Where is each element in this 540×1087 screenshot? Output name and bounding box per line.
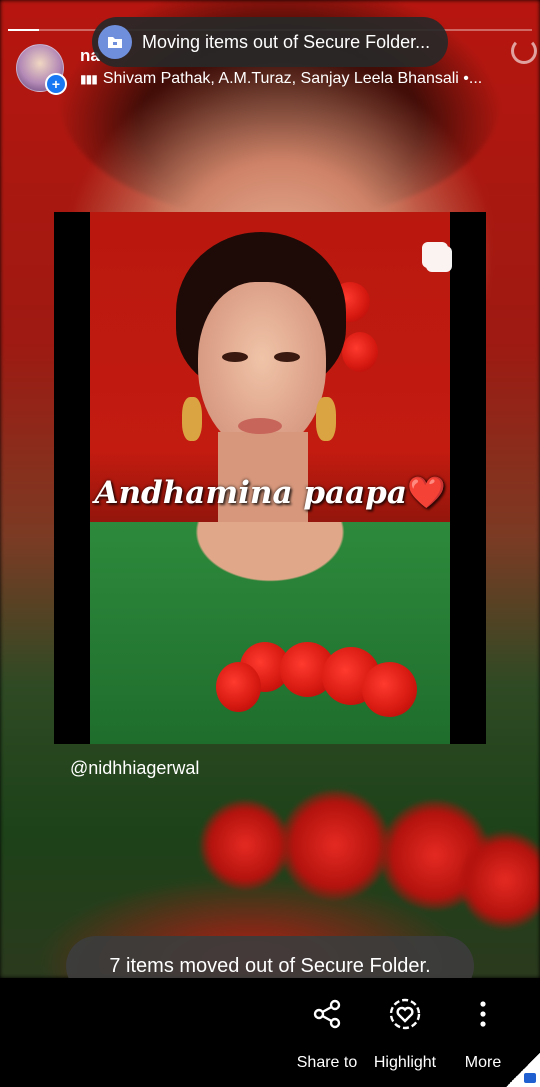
mini-folder-icon	[524, 1073, 536, 1083]
highlight-button[interactable]: Highlight	[370, 994, 440, 1072]
music-bars-icon: ▮▮▮	[80, 72, 98, 86]
story-viewer: + na ▮▮▮ Shivam Pathak, A.M.Turaz, Sanja…	[0, 0, 540, 1087]
story-post-image[interactable]: Andhamina paapa❤️	[54, 212, 486, 744]
avatar[interactable]: +	[16, 44, 67, 95]
share-icon	[296, 994, 358, 1034]
share-to-button[interactable]: Share to	[296, 994, 358, 1072]
secure-folder-progress-toast: Moving items out of Secure Folder...	[92, 17, 448, 67]
secure-folder-corner-badge	[506, 1053, 540, 1087]
loading-spinner-icon	[511, 38, 537, 64]
highlight-label: Highlight	[373, 1054, 437, 1071]
highlight-heart-icon	[370, 994, 440, 1034]
more-label: More	[464, 1054, 502, 1071]
folder-icon	[98, 25, 132, 59]
multi-post-icon	[422, 242, 448, 268]
share-to-label: Share to	[296, 1054, 358, 1071]
secure-folder-progress-text: Moving items out of Secure Folder...	[142, 31, 431, 52]
add-story-plus-icon[interactable]: +	[45, 73, 67, 95]
story-actions-bar: Share to Highlight More	[0, 978, 540, 1087]
post-caption: Andhamina paapa❤️	[94, 475, 446, 511]
more-vertical-icon	[460, 994, 506, 1034]
mention-sticker[interactable]: @nidhhiagerwal	[70, 758, 199, 779]
more-button[interactable]: More	[460, 994, 506, 1072]
story-progress-fill	[8, 29, 40, 31]
music-text: Shivam Pathak, A.M.Turaz, Sanjay Leela B…	[102, 70, 483, 87]
heart-emoji-icon: ❤️	[406, 475, 446, 511]
music-info[interactable]: ▮▮▮ Shivam Pathak, A.M.Turaz, Sanjay Lee…	[80, 70, 500, 88]
